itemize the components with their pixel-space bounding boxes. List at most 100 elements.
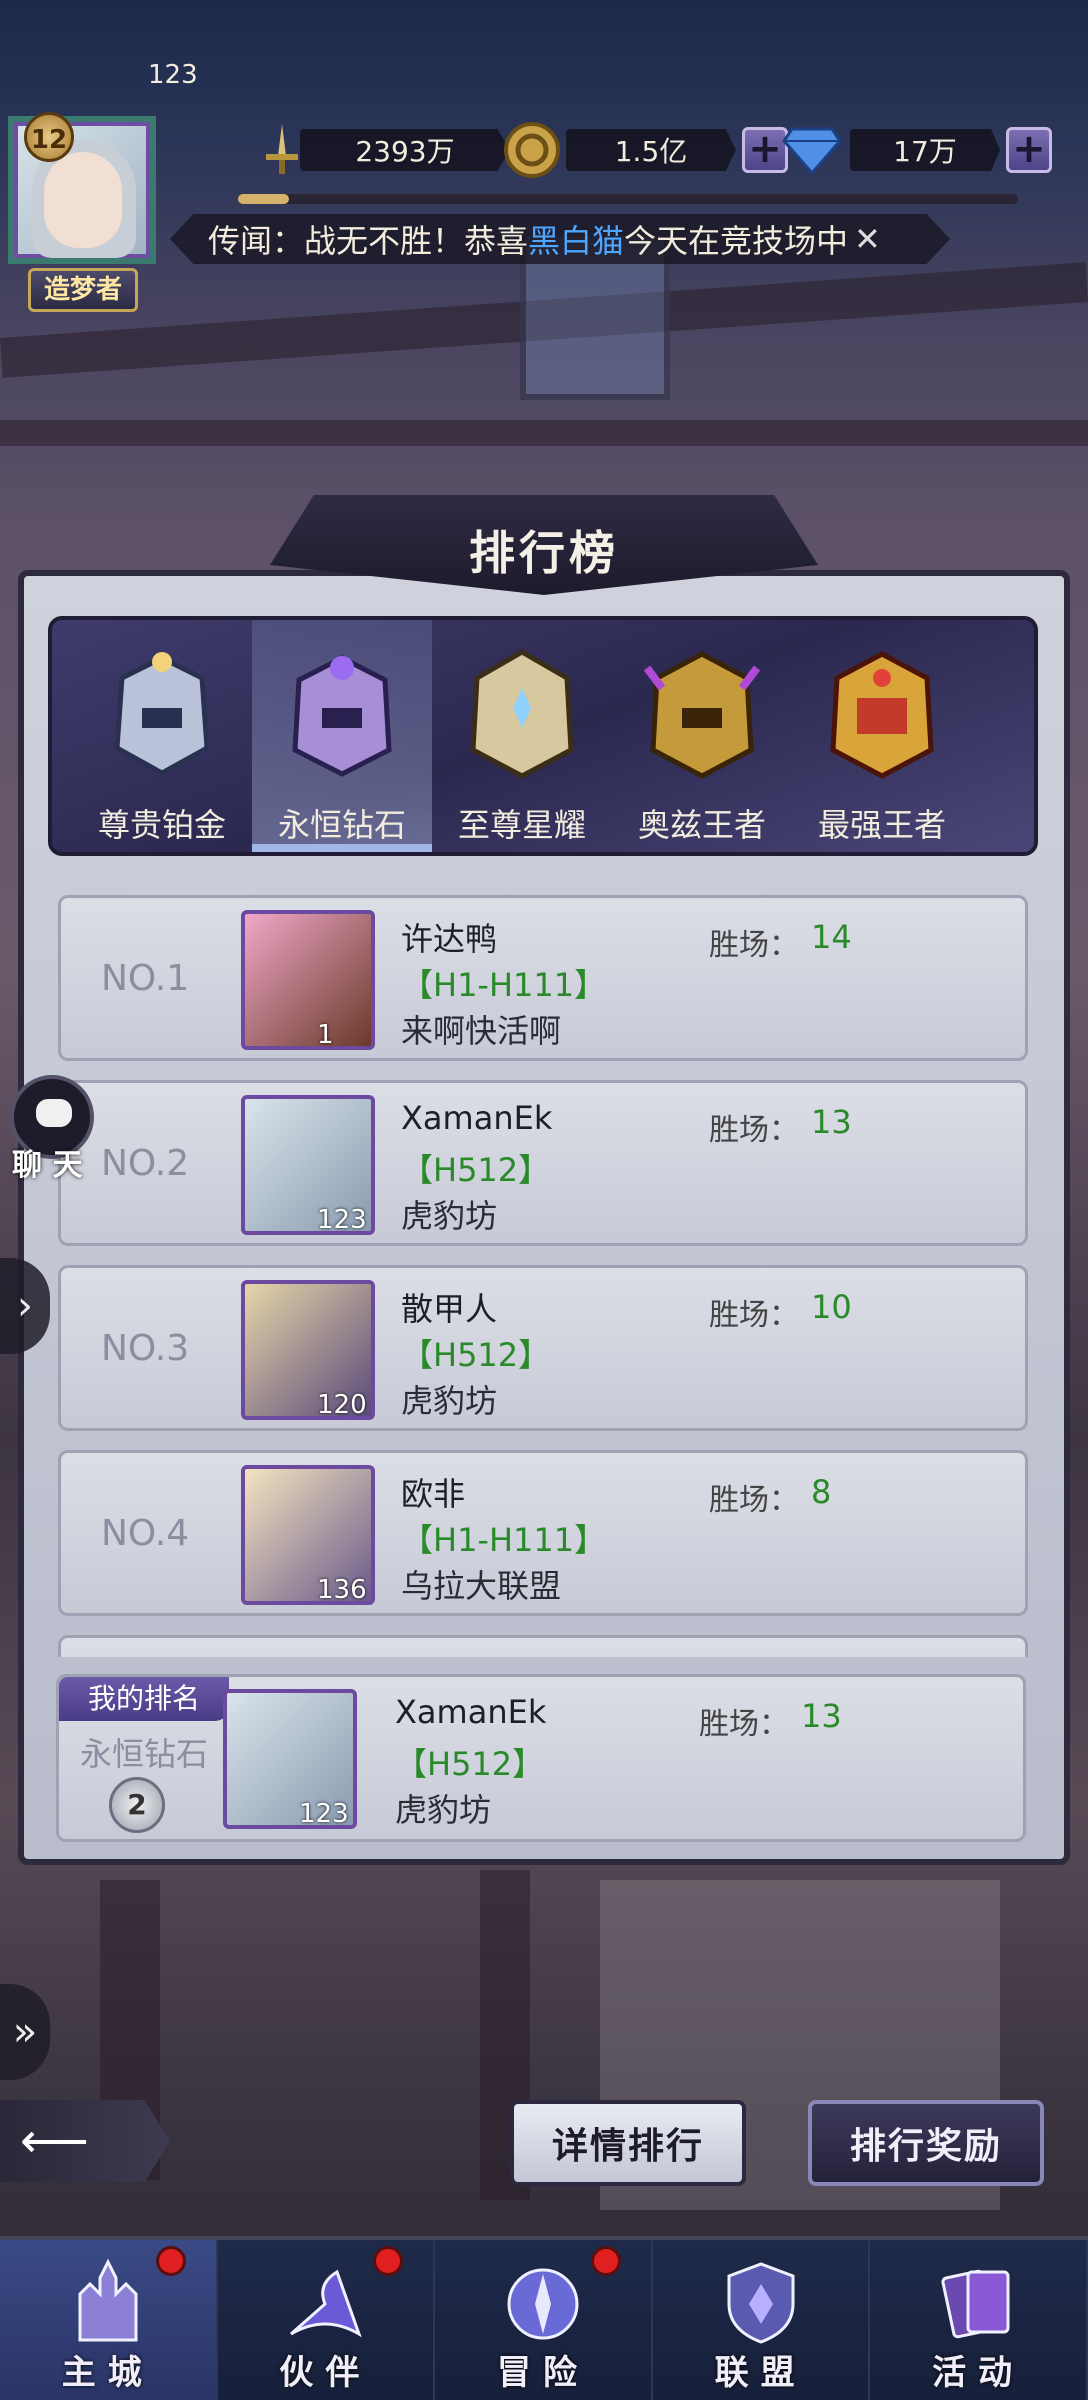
tier-label: 至尊星耀 bbox=[457, 806, 586, 844]
player-portrait[interactable]: 136 bbox=[233, 1457, 383, 1613]
ranking-row[interactable] bbox=[58, 1635, 1028, 1657]
compass-icon bbox=[507, 2268, 579, 2340]
announcement-ticker: 传闻：战无不胜！恭喜 黑白猫 今天在竞技场中 ✕ bbox=[170, 214, 950, 264]
gold-resource: 1.5亿 + bbox=[504, 118, 810, 182]
gold-coin-icon bbox=[500, 118, 564, 182]
add-gem-button[interactable]: + bbox=[1006, 127, 1052, 173]
tab-tier-starglory[interactable]: 至尊星耀 bbox=[432, 620, 612, 852]
player-number: 123 bbox=[148, 60, 198, 90]
nav-alliance[interactable]: 联盟 bbox=[653, 2240, 871, 2400]
back-button[interactable]: ⟵ bbox=[0, 2100, 170, 2182]
oz-king-helmet-icon bbox=[643, 651, 761, 779]
medal-icon: 2 bbox=[109, 1777, 165, 1833]
player-title-banner: 造梦者 bbox=[28, 268, 138, 312]
nav-partners[interactable]: 伙伴 bbox=[218, 2240, 436, 2400]
gem-value: 17万 bbox=[850, 129, 1000, 171]
player-name: 欧非 bbox=[401, 1475, 466, 1513]
portrait-level: 120 bbox=[317, 1390, 367, 1420]
player-guild: 虎豹坊 bbox=[401, 1382, 498, 1420]
wins-value: 13 bbox=[811, 1103, 852, 1141]
player-guild: 虎豹坊 bbox=[395, 1791, 492, 1829]
nav-label: 伙伴 bbox=[279, 2353, 372, 2393]
cards-icon bbox=[941, 2269, 1010, 2339]
rank-number: NO.2 bbox=[101, 1143, 190, 1184]
double-chevron-right-icon: » bbox=[12, 2009, 38, 2055]
ranking-row[interactable]: NO.1 1 许达鸭 【H1-H111】 来啊快活啊 胜场： 14 bbox=[58, 895, 1028, 1061]
my-rank-row[interactable]: 我的排名 永恒钻石 2 123 XamanEk 【H512】 虎豹坊 胜场： 1… bbox=[56, 1674, 1026, 1842]
crossed-swords-icon: ✕ bbox=[854, 220, 881, 258]
wins-label: 胜场： bbox=[709, 1483, 799, 1518]
page-title: 排行榜 bbox=[469, 526, 619, 580]
tier-label: 最强王者 bbox=[817, 806, 946, 844]
nav-label: 活动 bbox=[932, 2353, 1025, 2393]
my-tier: 永恒钻石 bbox=[79, 1735, 208, 1773]
diamond-icon bbox=[780, 118, 844, 182]
ranking-list[interactable]: NO.1 1 许达鸭 【H1-H111】 来啊快活啊 胜场： 14 NO.2 1… bbox=[50, 885, 1030, 1657]
power-resource: 2393万 bbox=[260, 118, 510, 182]
player-server: 【H512】 bbox=[401, 1151, 551, 1189]
wins-value: 13 bbox=[801, 1697, 842, 1735]
diamond-helmet-icon bbox=[292, 655, 392, 777]
player-name: XamanEk bbox=[401, 1099, 553, 1137]
player-guild: 虎豹坊 bbox=[401, 1197, 498, 1235]
player-portrait[interactable]: 123 bbox=[233, 1087, 383, 1243]
notification-dot bbox=[590, 2246, 621, 2276]
portrait-level: 123 bbox=[299, 1799, 349, 1829]
wins-label: 胜场： bbox=[709, 1113, 799, 1148]
nav-main-city[interactable]: 主城 bbox=[0, 2240, 218, 2400]
detail-ranking-button[interactable]: 详情排行 bbox=[510, 2100, 746, 2186]
my-rank-tag: 我的排名 bbox=[59, 1677, 229, 1721]
ranking-row[interactable]: NO.3 120 散甲人 【H512】 虎豹坊 胜场： 10 bbox=[58, 1265, 1028, 1431]
portrait-level: 123 bbox=[317, 1205, 367, 1235]
player-server: 【H1-H111】 bbox=[401, 966, 607, 1004]
tab-tier-platinum[interactable]: 尊贵铂金 bbox=[72, 620, 252, 852]
player-name: XamanEk bbox=[395, 1693, 547, 1731]
player-portrait[interactable]: 123 bbox=[215, 1681, 365, 1837]
ranking-reward-button[interactable]: 排行奖励 bbox=[808, 2100, 1044, 2186]
wins-label: 胜场： bbox=[699, 1707, 789, 1742]
rank-number: NO.3 bbox=[101, 1328, 190, 1369]
exp-bar bbox=[238, 194, 1018, 204]
gem-resource: 17万 + bbox=[782, 118, 1070, 182]
strongest-king-helmet-icon bbox=[830, 651, 934, 779]
rank-number: NO.4 bbox=[101, 1513, 190, 1554]
rank-number: NO.1 bbox=[101, 958, 190, 999]
back-arrow-icon: ⟵ bbox=[20, 2113, 89, 2169]
nav-label: 联盟 bbox=[714, 2353, 807, 2393]
tier-tabs: 尊贵铂金 永恒钻石 至尊星耀 奥兹王者 最强王者 bbox=[48, 616, 1038, 856]
player-portrait[interactable]: 120 bbox=[233, 1272, 383, 1428]
platinum-helmet-icon bbox=[114, 652, 210, 776]
nav-label: 冒险 bbox=[496, 2353, 589, 2393]
player-server: 【H1-H111】 bbox=[401, 1521, 607, 1559]
tier-label: 尊贵铂金 bbox=[97, 806, 226, 844]
player-server: 【H512】 bbox=[401, 1336, 551, 1374]
announcement-suffix: 今天在竞技场中 bbox=[624, 222, 849, 260]
player-server: 【H512】 bbox=[395, 1745, 545, 1783]
player-portrait[interactable]: 1 bbox=[233, 902, 383, 1058]
wins-label: 胜场： bbox=[709, 928, 799, 963]
portrait-level: 136 bbox=[317, 1575, 367, 1605]
chat-label: 聊 天 bbox=[12, 1148, 83, 1183]
tab-tier-oz-king[interactable]: 奥兹王者 bbox=[612, 620, 792, 852]
wins-value: 8 bbox=[811, 1473, 832, 1511]
nav-adventure[interactable]: 冒险 bbox=[435, 2240, 653, 2400]
player-avatar[interactable]: 12 造梦者 bbox=[8, 108, 158, 318]
notification-dot bbox=[373, 2246, 404, 2276]
bottom-nav: 主城 伙伴 冒险 联盟 活动 bbox=[0, 2236, 1088, 2400]
starglory-helmet-icon bbox=[470, 649, 574, 779]
tab-tier-strongest-king[interactable]: 最强王者 bbox=[792, 620, 972, 852]
announcement-prefix: 传闻：战无不胜！恭喜 bbox=[208, 222, 529, 260]
ranking-row[interactable]: NO.4 136 欧非 【H1-H111】 乌拉大联盟 胜场： 8 bbox=[58, 1450, 1028, 1616]
player-name: 散甲人 bbox=[401, 1290, 498, 1328]
wins-label: 胜场： bbox=[709, 1298, 799, 1333]
ranking-row[interactable]: NO.2 123 XamanEk 【H512】 虎豹坊 胜场： 13 bbox=[58, 1080, 1028, 1246]
chevron-right-icon: › bbox=[17, 1283, 33, 1329]
shield-icon bbox=[727, 2262, 795, 2344]
wins-value: 10 bbox=[811, 1288, 852, 1326]
portrait-level: 1 bbox=[317, 1020, 334, 1050]
power-value: 2393万 bbox=[300, 129, 510, 171]
tab-tier-diamond[interactable]: 永恒钻石 bbox=[252, 620, 432, 852]
nav-label: 主城 bbox=[61, 2353, 154, 2393]
castle-icon bbox=[78, 2258, 138, 2342]
nav-events[interactable]: 活动 bbox=[870, 2240, 1088, 2400]
